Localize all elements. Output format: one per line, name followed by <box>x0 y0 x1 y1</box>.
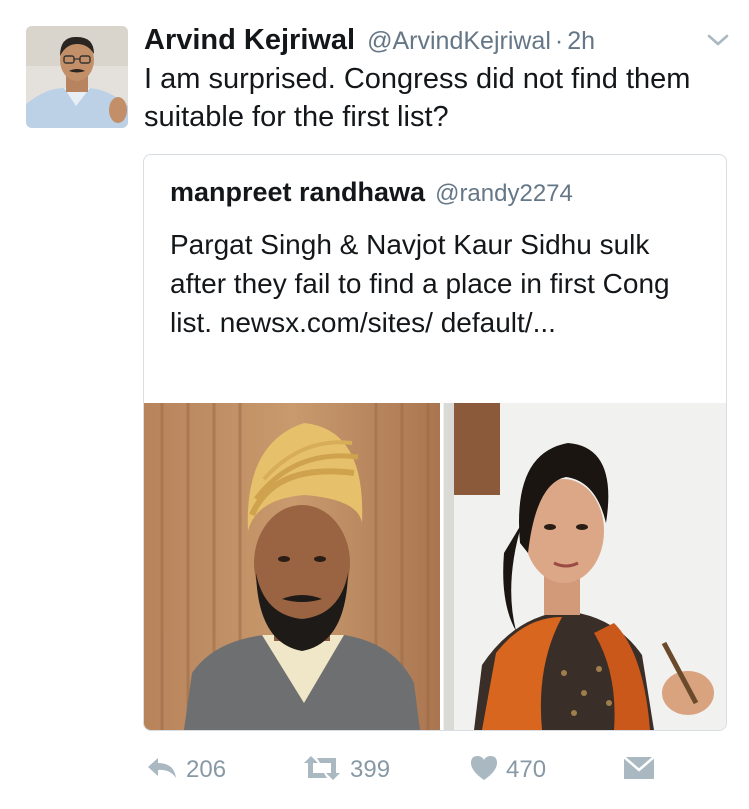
author-name[interactable]: Arvind Kejriwal <box>144 24 355 57</box>
envelope-icon <box>623 755 655 785</box>
separator-dot: · <box>554 27 564 55</box>
author-handle[interactable]: @ArvindKejriwal <box>367 27 551 56</box>
quoted-tweet-text: Pargat Singh & Navjot Kaur Sidhu sulk af… <box>170 229 670 338</box>
quoted-author-name: manpreet randhawa <box>170 177 426 207</box>
retweet-icon <box>302 755 342 786</box>
retweet-count: 399 <box>350 756 391 783</box>
chevron-down-icon[interactable] <box>706 32 730 48</box>
quoted-author-handle: @randy2274 <box>435 180 573 207</box>
direct-message-button[interactable] <box>623 748 655 792</box>
reply-count: 206 <box>186 756 227 783</box>
tweet-actions: 206 399 470 <box>0 748 749 792</box>
like-button[interactable]: 470 <box>470 748 546 792</box>
like-count: 470 <box>506 756 547 783</box>
tweet-text: I am surprised. Congress did not find th… <box>144 63 691 133</box>
quoted-tweet-photo[interactable] <box>144 403 726 730</box>
tweet-header: Arvind Kejriwal @ArvindKejriwal · 2h <box>144 24 689 58</box>
tweet-timestamp[interactable]: 2h <box>567 27 595 56</box>
author-avatar[interactable] <box>26 26 128 128</box>
quoted-tweet-header: manpreet randhawa @randy2274 <box>170 177 573 208</box>
quoted-tweet[interactable]: manpreet randhawa @randy2274 Pargat Sing… <box>143 154 727 731</box>
tweet-card: Arvind Kejriwal @ArvindKejriwal · 2h I a… <box>0 0 749 809</box>
retweet-button[interactable]: 399 <box>302 748 390 792</box>
heart-icon <box>470 755 498 786</box>
reply-icon <box>146 755 178 786</box>
reply-button[interactable]: 206 <box>146 748 226 792</box>
